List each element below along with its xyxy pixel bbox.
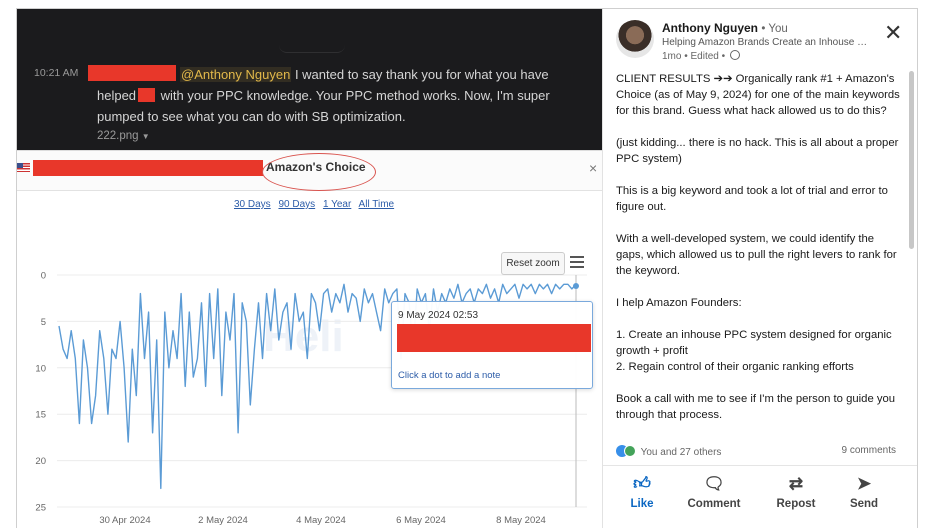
send-button[interactable]: ➤ Send	[829, 473, 899, 510]
like-label: Like	[630, 498, 654, 510]
range-all-time[interactable]: All Time	[359, 199, 395, 210]
x-tick-label: 4 May 2024	[296, 515, 346, 526]
hamburger-menu-icon[interactable]	[570, 256, 584, 268]
chart-tooltip: 9 May 2024 02:53 Click a dot to add a no…	[391, 301, 593, 389]
post-paragraph: Book a call with me to see if I'm the pe…	[616, 393, 896, 421]
chevron-down-icon[interactable]: ▼	[142, 132, 150, 141]
author-line[interactable]: Anthony Nguyen • You	[662, 21, 788, 35]
comment-button[interactable]: 🗨︎ Comment	[679, 473, 749, 510]
y-tick-label: 15	[35, 410, 46, 421]
range-90-days[interactable]: 90 Days	[278, 199, 315, 210]
post-paragraph: 1. Create an inhouse PPC system designed…	[616, 329, 892, 373]
attachment-name[interactable]: 222.png ▼	[97, 130, 150, 142]
message-line2: with your PPC knowledge. Your PPC method…	[157, 88, 550, 103]
reaction-count[interactable]: You and 27 others	[641, 447, 722, 458]
reset-zoom-button[interactable]: Reset zoom	[501, 252, 565, 275]
close-icon[interactable]: ×	[589, 160, 597, 176]
x-tick-label: 8 May 2024	[496, 515, 546, 526]
message-time: 10:21 AM	[34, 67, 79, 79]
comment-label: Comment	[687, 498, 741, 510]
post-body: CLIENT RESULTS ➔➔ Organically rank #1 + …	[616, 71, 901, 439]
tooltip-date: 9 May 2024 02:53	[398, 310, 479, 321]
x-tick-label: 30 Apr 2024	[99, 515, 150, 526]
send-label: Send	[849, 498, 879, 510]
redacted-brand	[138, 88, 156, 102]
add-note-link[interactable]: Click a dot to add a note	[398, 370, 500, 381]
thumbs-up-icon: 👍︎	[633, 474, 651, 493]
post-paragraph: CLIENT RESULTS ➔➔ Organically rank #1 + …	[616, 73, 900, 117]
divider	[603, 465, 917, 466]
send-icon: ➤	[856, 474, 872, 493]
highlight-circle	[262, 153, 376, 191]
close-icon[interactable]: ✕	[884, 22, 902, 44]
like-button[interactable]: 👍︎ Like	[607, 473, 677, 510]
post-paragraph: I help Amazon Founders:	[616, 297, 742, 309]
us-flag-icon	[17, 163, 30, 172]
author-headline: Helping Amazon Brands Create an Inhouse …	[662, 37, 872, 48]
comment-icon: 🗨︎	[703, 474, 725, 493]
y-tick-label: 10	[35, 363, 46, 374]
author-name[interactable]: Anthony Nguyen	[662, 21, 758, 35]
repost-button[interactable]: ⇄ Repost	[761, 473, 831, 510]
y-tick-label: 5	[41, 317, 46, 328]
post-paragraph: With a well-developed system, we could i…	[616, 233, 897, 277]
post-modal: 10:21 AM @Anthony Nguyen I wanted to say…	[16, 8, 918, 528]
chat-divider	[279, 39, 345, 53]
message-line1: I wanted to say thank you for what you h…	[291, 67, 549, 82]
x-tick-label: 6 May 2024	[396, 515, 446, 526]
repost-label: Repost	[776, 498, 816, 510]
redacted-tooltip-content	[397, 324, 591, 352]
social-counts: You and 27 others 9 comments	[616, 445, 896, 458]
repost-icon: ⇄	[788, 474, 804, 493]
ranking-screenshot: Amazon's Choice × 30 Days 90 Days 1 Year…	[17, 150, 602, 528]
y-tick-label: 25	[35, 503, 46, 514]
you-label: • You	[761, 23, 788, 35]
globe-icon	[729, 50, 740, 60]
redacted-product-title	[33, 160, 263, 176]
y-tick-label: 0	[41, 271, 46, 282]
post-paragraph: (just kidding... there is no hack. This …	[616, 137, 899, 165]
scrollbar[interactable]	[909, 71, 914, 249]
reaction-icons	[616, 445, 638, 457]
post-meta: 1mo • Edited •	[662, 50, 740, 62]
avatar[interactable]	[616, 20, 654, 58]
action-bar: 👍︎ Like 🗨︎ Comment ⇄ Repost ➤ Send	[603, 473, 917, 523]
mention[interactable]: @Anthony Nguyen	[180, 67, 292, 82]
comment-count[interactable]: 9 comments	[842, 445, 896, 456]
image-pane: 10:21 AM @Anthony Nguyen I wanted to say…	[17, 9, 602, 528]
post-pane: Anthony Nguyen • You Helping Amazon Bran…	[602, 9, 917, 528]
product-header: Amazon's Choice ×	[17, 151, 602, 191]
range-1-year[interactable]: 1 Year	[323, 199, 351, 210]
y-tick-label: 20	[35, 456, 46, 467]
range-selector: 30 Days 90 Days 1 Year All Time	[234, 199, 399, 210]
post-paragraph: This is a big keyword and took a lot of …	[616, 185, 888, 213]
message-line2-start: helped	[97, 88, 137, 103]
range-30-days[interactable]: 30 Days	[234, 199, 271, 210]
chat-message: @Anthony Nguyen I wanted to say thank yo…	[97, 64, 592, 127]
message-line3: pumped to see what you can do with SB op…	[97, 109, 406, 124]
hovered-point[interactable]	[573, 283, 579, 289]
x-tick-label: 2 May 2024	[198, 515, 248, 526]
